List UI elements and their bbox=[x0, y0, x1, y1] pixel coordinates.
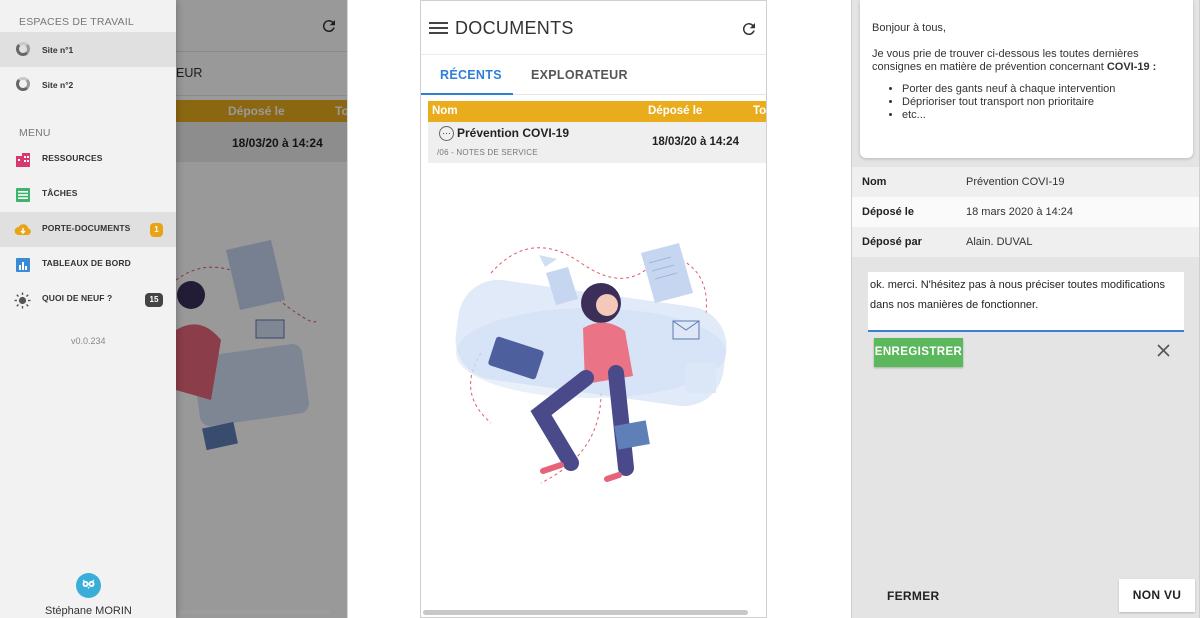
workspace-label: Site n°1 bbox=[42, 45, 74, 55]
detail-label: Déposé le bbox=[862, 206, 914, 218]
message-intro-bold: COVI-19 : bbox=[1106, 61, 1157, 73]
detail-row-depose-par: Déposé par Alain. DUVAL bbox=[852, 227, 1199, 257]
message-greeting: Bonjour à tous, bbox=[872, 22, 946, 34]
empty-state-illustration bbox=[455, 243, 727, 484]
tab-bar: RÉCENTS EXPLORATEUR bbox=[421, 55, 766, 95]
user-name: Stéphane MORIN bbox=[45, 605, 132, 617]
message-intro-text: Je vous prie de trouver ci-dessous les t… bbox=[872, 48, 1139, 73]
menu-label: RESSOURCES bbox=[42, 153, 103, 163]
menu-item-tableaux-de-bord[interactable]: TABLEAUX DE BORD bbox=[0, 247, 176, 282]
document-status-icon: ⋯ bbox=[439, 126, 454, 141]
column-header-to[interactable]: To bbox=[753, 105, 766, 117]
menu-item-porte-documents[interactable]: PORTE-DOCUMENTS 1 bbox=[0, 212, 176, 247]
menu-item-quoi-de-neuf[interactable]: QUOI DE NEUF ? 15 bbox=[0, 282, 176, 317]
comment-input[interactable]: ok. merci. N'hésitez pas à nous préciser… bbox=[868, 272, 1184, 332]
menu-label: QUOI DE NEUF ? bbox=[42, 293, 113, 303]
building-icon bbox=[16, 153, 30, 167]
document-date: 18/03/20 à 14:24 bbox=[652, 136, 739, 148]
mark-unseen-button[interactable]: NON VU bbox=[1119, 579, 1195, 612]
workspace-spinner-icon bbox=[16, 77, 30, 91]
notification-badge: 15 bbox=[145, 293, 163, 307]
detail-value: Prévention COVI-19 bbox=[966, 176, 1065, 188]
avatar[interactable] bbox=[76, 573, 101, 598]
table-row[interactable]: ⋯ Prévention COVI-19 /06 - NOTES DE SERV… bbox=[428, 122, 766, 163]
owl-avatar-icon bbox=[82, 579, 95, 589]
tab-explorateur[interactable]: EXPLORATEUR bbox=[531, 68, 628, 82]
list-item: etc... bbox=[902, 109, 1182, 122]
sun-icon bbox=[14, 292, 31, 309]
app-header: DOCUMENTS bbox=[421, 1, 766, 55]
detail-value: 18 mars 2020 à 14:24 bbox=[966, 206, 1074, 218]
navigation-drawer: ESPACES DE TRAVAIL Site n°1 Site n°2 MEN… bbox=[0, 0, 176, 618]
refresh-icon[interactable] bbox=[740, 20, 758, 38]
message-bullet-list: Porter des gants neuf à chaque intervent… bbox=[892, 83, 1182, 122]
message-card: Bonjour à tous, Je vous prie de trouver … bbox=[860, 0, 1193, 158]
detail-row-nom: Nom Prévention COVI-19 bbox=[852, 167, 1199, 197]
menu-item-ressources[interactable]: RESSOURCES bbox=[0, 142, 176, 177]
menu-item-taches[interactable]: TÂCHES bbox=[0, 177, 176, 212]
cloud-download-icon bbox=[14, 224, 31, 235]
workspace-label: Site n°2 bbox=[42, 80, 74, 90]
active-tab-indicator bbox=[421, 93, 513, 95]
save-button[interactable]: ENREGISTRER bbox=[874, 338, 963, 367]
detail-row-depose-le: Déposé le 18 mars 2020 à 14:24 bbox=[852, 197, 1199, 227]
panel-documents: DOCUMENTS RÉCENTS EXPLORATEUR Nom Déposé… bbox=[420, 0, 767, 618]
page-title: DOCUMENTS bbox=[455, 18, 574, 38]
workspace-spinner-icon bbox=[16, 42, 30, 56]
table-header: Nom Déposé le To bbox=[428, 101, 766, 122]
message-intro: Je vous prie de trouver ci-dessous les t… bbox=[872, 48, 1182, 74]
detail-label: Nom bbox=[862, 176, 887, 188]
horizontal-scrollbar[interactable] bbox=[423, 610, 748, 615]
tab-recents[interactable]: RÉCENTS bbox=[440, 68, 502, 82]
menu-label: TÂCHES bbox=[42, 188, 78, 198]
column-header-nom[interactable]: Nom bbox=[432, 105, 458, 117]
app-version: v0.0.234 bbox=[71, 336, 106, 346]
column-header-depose[interactable]: Déposé le bbox=[648, 105, 702, 117]
workspace-item-site-2[interactable]: Site n°2 bbox=[0, 67, 176, 102]
document-folder: /06 - NOTES DE SERVICE bbox=[437, 148, 538, 157]
close-button[interactable]: FERMER bbox=[887, 589, 939, 603]
list-item: Porter des gants neuf à chaque intervent… bbox=[902, 83, 1182, 96]
document-name: Prévention COVI-19 bbox=[457, 126, 570, 140]
panel-document-detail: Bonjour à tous, Je vous prie de trouver … bbox=[851, 0, 1200, 618]
close-icon[interactable] bbox=[1157, 344, 1170, 357]
workspaces-title: ESPACES DE TRAVAIL bbox=[19, 16, 134, 28]
menu-label: PORTE-DOCUMENTS bbox=[42, 223, 131, 233]
workspace-item-site-1[interactable]: Site n°1 bbox=[0, 32, 176, 67]
detail-label: Déposé par bbox=[862, 236, 922, 248]
notification-badge: 1 bbox=[150, 223, 163, 237]
menu-label: TABLEAUX DE BORD bbox=[42, 258, 131, 268]
list-item: Déprioriser tout transport non prioritai… bbox=[902, 96, 1182, 109]
detail-value: Alain. DUVAL bbox=[966, 236, 1033, 248]
panel-navigation-drawer: EUR Déposé le To 18/03/20 à 14:24 ESPACE… bbox=[0, 0, 348, 618]
underlay-scrollbar bbox=[178, 610, 330, 614]
bar-chart-icon bbox=[16, 258, 30, 272]
menu-title: MENU bbox=[19, 127, 51, 139]
menu-hamburger-icon[interactable] bbox=[429, 22, 448, 36]
tasks-icon bbox=[16, 188, 30, 202]
